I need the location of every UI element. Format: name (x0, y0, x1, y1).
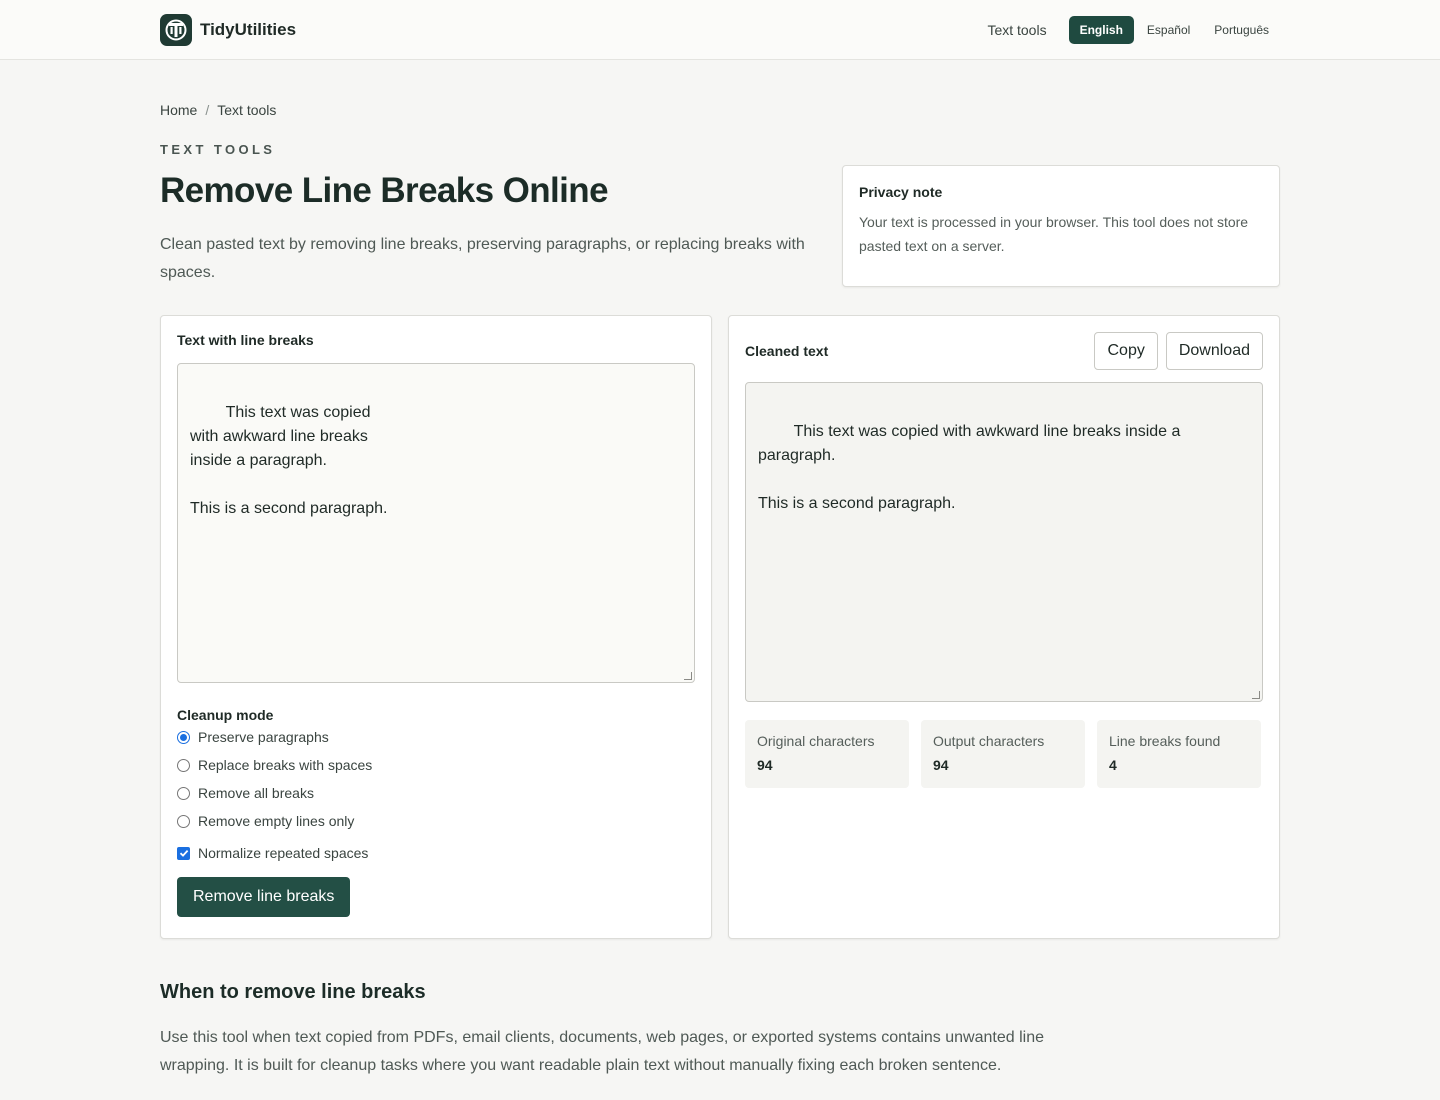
copy-button[interactable]: Copy (1094, 332, 1158, 370)
info-heading: When to remove line breaks (160, 981, 426, 1003)
breadcrumb-separator: / (205, 102, 210, 118)
output-text: This text was copied with awkward line b… (758, 423, 1181, 512)
stat-value: 94 (933, 757, 949, 773)
hero-text: Remove Line Breaks Online Clean pasted t… (160, 171, 830, 287)
output-card: Cleaned text Copy Download This text was… (728, 315, 1280, 939)
mode-option-label: Replace breaks with spaces (198, 757, 373, 773)
stat-label: Original characters (757, 733, 875, 749)
brand-name: TidyUtilities (200, 19, 297, 39)
input-text: This text was copied with awkward line b… (190, 404, 388, 517)
input-textarea[interactable]: This text was copied with awkward line b… (177, 363, 695, 683)
mode-remove-all-breaks[interactable]: Remove all breaks (177, 779, 695, 807)
input-label: Text with line breaks (177, 332, 314, 348)
radio-unchecked-icon[interactable] (177, 758, 190, 772)
hero: Remove Line Breaks Online Clean pasted t… (160, 165, 1280, 287)
stat-value: 94 (757, 757, 773, 773)
radio-checked-icon[interactable] (177, 730, 190, 744)
normalize-spaces-option[interactable]: Normalize repeated spaces (177, 839, 695, 867)
page-subtitle: Clean pasted text by removing line break… (160, 236, 805, 281)
stat-label: Output characters (933, 733, 1045, 749)
normalize-label: Normalize repeated spaces (198, 845, 369, 861)
stat-output-characters: Output characters 94 (921, 720, 1085, 788)
mode-preserve-paragraphs[interactable]: Preserve paragraphs (177, 723, 695, 751)
lang-portugues[interactable]: Português (1203, 16, 1280, 44)
resize-handle-icon[interactable] (1252, 691, 1260, 699)
output-header: Cleaned text Copy Download (745, 332, 1263, 370)
resize-handle-icon[interactable] (684, 672, 692, 680)
output-actions: Copy Download (1094, 332, 1263, 370)
privacy-body: Your text is processed in your browser. … (859, 214, 1249, 254)
breadcrumb-home[interactable]: Home (160, 102, 197, 118)
stat-label: Line breaks found (1109, 733, 1221, 749)
category-eyebrow: TEXT TOOLS (160, 142, 276, 157)
stat-line-breaks-found: Line breaks found 4 (1097, 720, 1261, 788)
stats-row: Original characters 94 Output characters… (745, 720, 1263, 788)
page-title: Remove Line Breaks Online (160, 171, 609, 210)
nav-text-tools[interactable]: Text tools (987, 22, 1046, 38)
remove-line-breaks-button[interactable]: Remove line breaks (177, 877, 351, 917)
stat-original-characters: Original characters 94 (745, 720, 909, 788)
lang-espanol[interactable]: Español (1136, 16, 1201, 44)
breadcrumb: Home / Text tools (160, 102, 1280, 118)
mode-option-label: Remove empty lines only (198, 813, 355, 829)
download-button[interactable]: Download (1165, 332, 1263, 370)
main-content: Home / Text tools TEXT TOOLS Remove Line… (0, 102, 1440, 1080)
checkbox-checked-icon[interactable] (177, 846, 190, 860)
mode-remove-empty-lines[interactable]: Remove empty lines only (177, 807, 695, 835)
tool-panels: Text with line breaks This text was copi… (160, 315, 1280, 939)
info-paragraph: Use this tool when text copied from PDFs… (160, 1029, 1044, 1074)
mode-option-label: Remove all breaks (198, 785, 314, 801)
radio-unchecked-icon[interactable] (177, 786, 190, 800)
stat-value: 4 (1109, 757, 1117, 773)
mode-replace-with-spaces[interactable]: Replace breaks with spaces (177, 751, 695, 779)
radio-unchecked-icon[interactable] (177, 814, 190, 828)
output-label: Cleaned text (745, 343, 829, 359)
brand[interactable]: TidyUtilities (160, 13, 297, 46)
top-navbar: TidyUtilities Text tools English Español… (0, 0, 1440, 60)
logo-icon (160, 13, 192, 46)
mode-option-label: Preserve paragraphs (198, 729, 329, 745)
cleanup-mode-label: Cleanup mode (177, 707, 274, 723)
input-card: Text with line breaks This text was copi… (160, 315, 712, 939)
main-nav: Text tools English Español Português (987, 15, 1280, 44)
privacy-note: Privacy note Your text is processed in y… (842, 165, 1280, 287)
output-textarea[interactable]: This text was copied with awkward line b… (745, 382, 1263, 702)
breadcrumb-current[interactable]: Text tools (217, 102, 276, 118)
lang-english[interactable]: English (1068, 15, 1134, 44)
privacy-title: Privacy note (859, 184, 943, 200)
